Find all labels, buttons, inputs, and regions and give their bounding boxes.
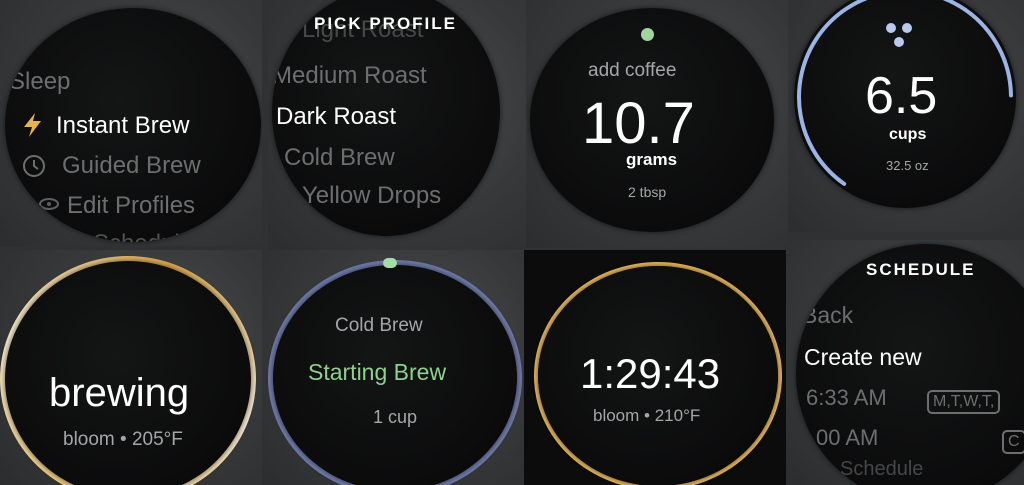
cups-tile: 6.5 cups 32.5 oz	[788, 0, 1024, 232]
schedule-entry-days: M,T,W,T,	[927, 390, 1001, 414]
schedule-create-new[interactable]: Create new	[804, 344, 922, 371]
schedule-extra: Schedule	[840, 458, 924, 480]
cups-value: 6.5	[865, 67, 938, 125]
timer-time: 1:29:43	[580, 350, 721, 397]
cups-alt: 32.5 oz	[886, 158, 929, 173]
profile-item-medium-roast[interactable]: Medium Roast	[272, 62, 427, 90]
menu-item-guided-brew[interactable]: Guided Brew	[62, 152, 201, 180]
profile-tile: Light Roast Medium Roast Dark Roast Cold…	[268, 0, 526, 250]
schedule-back[interactable]: Back	[802, 302, 853, 329]
add-coffee-tile: add coffee 10.7 grams 2 tbsp	[526, 0, 788, 248]
profile-item-yellow-drops[interactable]: Yellow Drops	[302, 182, 441, 210]
timer-screen: 1:29:43 bloom • 210°F	[538, 266, 778, 485]
cups-screen: 6.5 cups 32.5 oz	[794, 0, 1016, 208]
profile-item-cold-brew[interactable]: Cold Brew	[284, 144, 395, 172]
progress-dot-icon	[383, 258, 397, 268]
menu-item-edit-profiles[interactable]: Edit Profiles	[67, 192, 195, 220]
clock-icon	[23, 155, 45, 177]
schedule-screen: Back Create new 6:33 AM M,T,W,T, 00 AM C…	[796, 244, 1024, 485]
profile-title: PICK PROFILE	[314, 14, 458, 33]
cold-brew-tile: Cold Brew Starting Brew 1 cup	[262, 250, 524, 485]
add-coffee-screen: add coffee 10.7 grams 2 tbsp	[530, 8, 774, 232]
profile-item-dark-roast[interactable]: Dark Roast	[276, 103, 396, 131]
menu-item-sleep[interactable]: Sleep	[9, 68, 70, 96]
cold-brew-amount: 1 cup	[373, 407, 418, 427]
add-coffee-caption: add coffee	[588, 60, 677, 81]
add-coffee-unit: grams	[626, 150, 678, 169]
brewing-status: brewing	[49, 371, 190, 415]
schedule-entry-time[interactable]: 6:33 AM	[806, 385, 887, 411]
menu-screen: Sleep Instant Brew Guided Brew Edit Prof…	[5, 8, 261, 242]
schedule-entry-days-2: C	[1002, 430, 1024, 454]
eye-icon	[39, 198, 59, 210]
menu-tile: Sleep Instant Brew Guided Brew Edit Prof…	[0, 0, 262, 246]
profile-screen: Light Roast Medium Roast Dark Roast Cold…	[272, 0, 500, 236]
add-coffee-alt: 2 tbsp	[628, 184, 667, 200]
schedule-tile: Back Create new 6:33 AM M,T,W,T, 00 AM C…	[786, 240, 1024, 485]
status-dot-icon	[641, 28, 654, 41]
timer-tile: 1:29:43 bloom • 210°F	[524, 250, 786, 485]
timer-detail: bloom • 210°F	[593, 406, 701, 425]
schedule-title: SCHEDULE	[866, 260, 976, 279]
bolt-icon	[24, 113, 41, 137]
three-dots-icon	[886, 23, 912, 47]
cold-brew-screen: Cold Brew Starting Brew 1 cup	[273, 265, 517, 485]
brewing-tile: brewing bloom • 205°F	[0, 250, 262, 485]
brewing-screen: brewing bloom • 205°F	[5, 261, 251, 485]
menu-item-instant-brew[interactable]: Instant Brew	[56, 112, 189, 140]
cold-brew-status: Starting Brew	[308, 359, 447, 385]
menu-item-schedule[interactable]: Schedule	[93, 230, 193, 242]
cold-brew-profile: Cold Brew	[335, 315, 423, 336]
cups-unit: cups	[889, 126, 927, 143]
add-coffee-value: 10.7	[582, 91, 695, 156]
schedule-entry-time-2[interactable]: 00 AM	[816, 425, 878, 451]
brewing-detail: bloom • 205°F	[63, 429, 183, 450]
